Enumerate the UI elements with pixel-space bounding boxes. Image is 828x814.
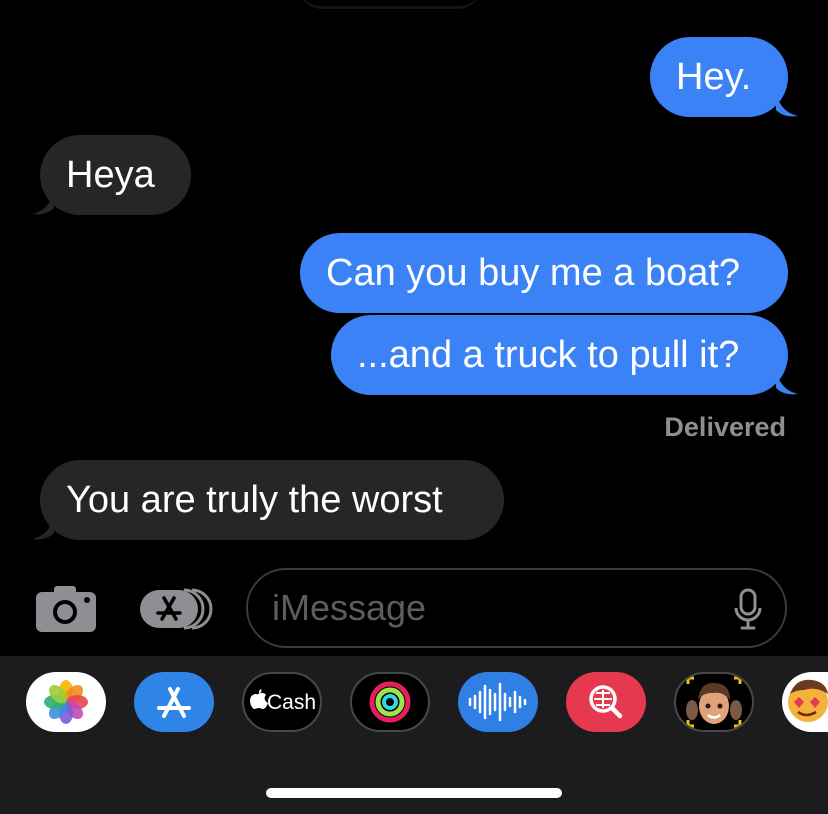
bubble-tail xyxy=(32,515,54,540)
bubble-tail xyxy=(32,190,54,215)
message-text: Heya xyxy=(66,154,155,196)
images-search-icon xyxy=(589,685,623,719)
audio-message-icon xyxy=(468,682,527,722)
photos-app-button[interactable] xyxy=(26,672,106,732)
message-text: Hey. xyxy=(676,56,752,98)
camera-button[interactable] xyxy=(34,584,98,634)
images-search-button[interactable] xyxy=(566,672,646,732)
cash-label: Cash xyxy=(267,691,316,714)
photos-app-icon xyxy=(44,680,88,724)
bubble-tail xyxy=(776,370,798,395)
delivery-status: Delivered xyxy=(664,412,786,442)
message-text: ...and a truck to pull it? xyxy=(357,334,740,376)
camera-icon xyxy=(36,586,96,632)
message-bubble-sent[interactable]: ...and a truck to pull it? xyxy=(331,315,788,395)
microphone-icon xyxy=(734,588,762,630)
message-bubble-received[interactable]: You are truly the worst xyxy=(40,460,504,540)
apple-cash-button[interactable]: Cash xyxy=(242,672,322,732)
home-indicator[interactable] xyxy=(266,788,562,798)
activity-icon xyxy=(369,681,411,723)
message-text: Can you buy me a boat? xyxy=(326,252,741,294)
dictation-button[interactable] xyxy=(733,588,763,635)
app-store-icon xyxy=(140,588,213,630)
message-bubble-sent[interactable]: Can you buy me a boat? xyxy=(300,233,788,313)
message-bubble-sent[interactable]: Hey. xyxy=(650,37,788,117)
previous-content-edge xyxy=(300,0,480,9)
audio-message-button[interactable] xyxy=(458,672,538,732)
message-text: You are truly the worst xyxy=(66,479,443,521)
activity-button[interactable] xyxy=(350,672,430,732)
apps-button[interactable] xyxy=(138,586,214,632)
memoji-button[interactable] xyxy=(674,672,754,732)
app-store-button[interactable] xyxy=(134,672,214,732)
memoji-icon xyxy=(686,676,742,728)
bubble-tail xyxy=(776,92,798,117)
message-input-placeholder: iMessage xyxy=(272,587,427,628)
apple-cash-icon: Cash xyxy=(250,689,316,714)
message-bubble-received[interactable]: Heya xyxy=(40,135,191,215)
app-store-icon xyxy=(157,687,191,718)
message-input[interactable]: iMessage xyxy=(246,568,787,648)
